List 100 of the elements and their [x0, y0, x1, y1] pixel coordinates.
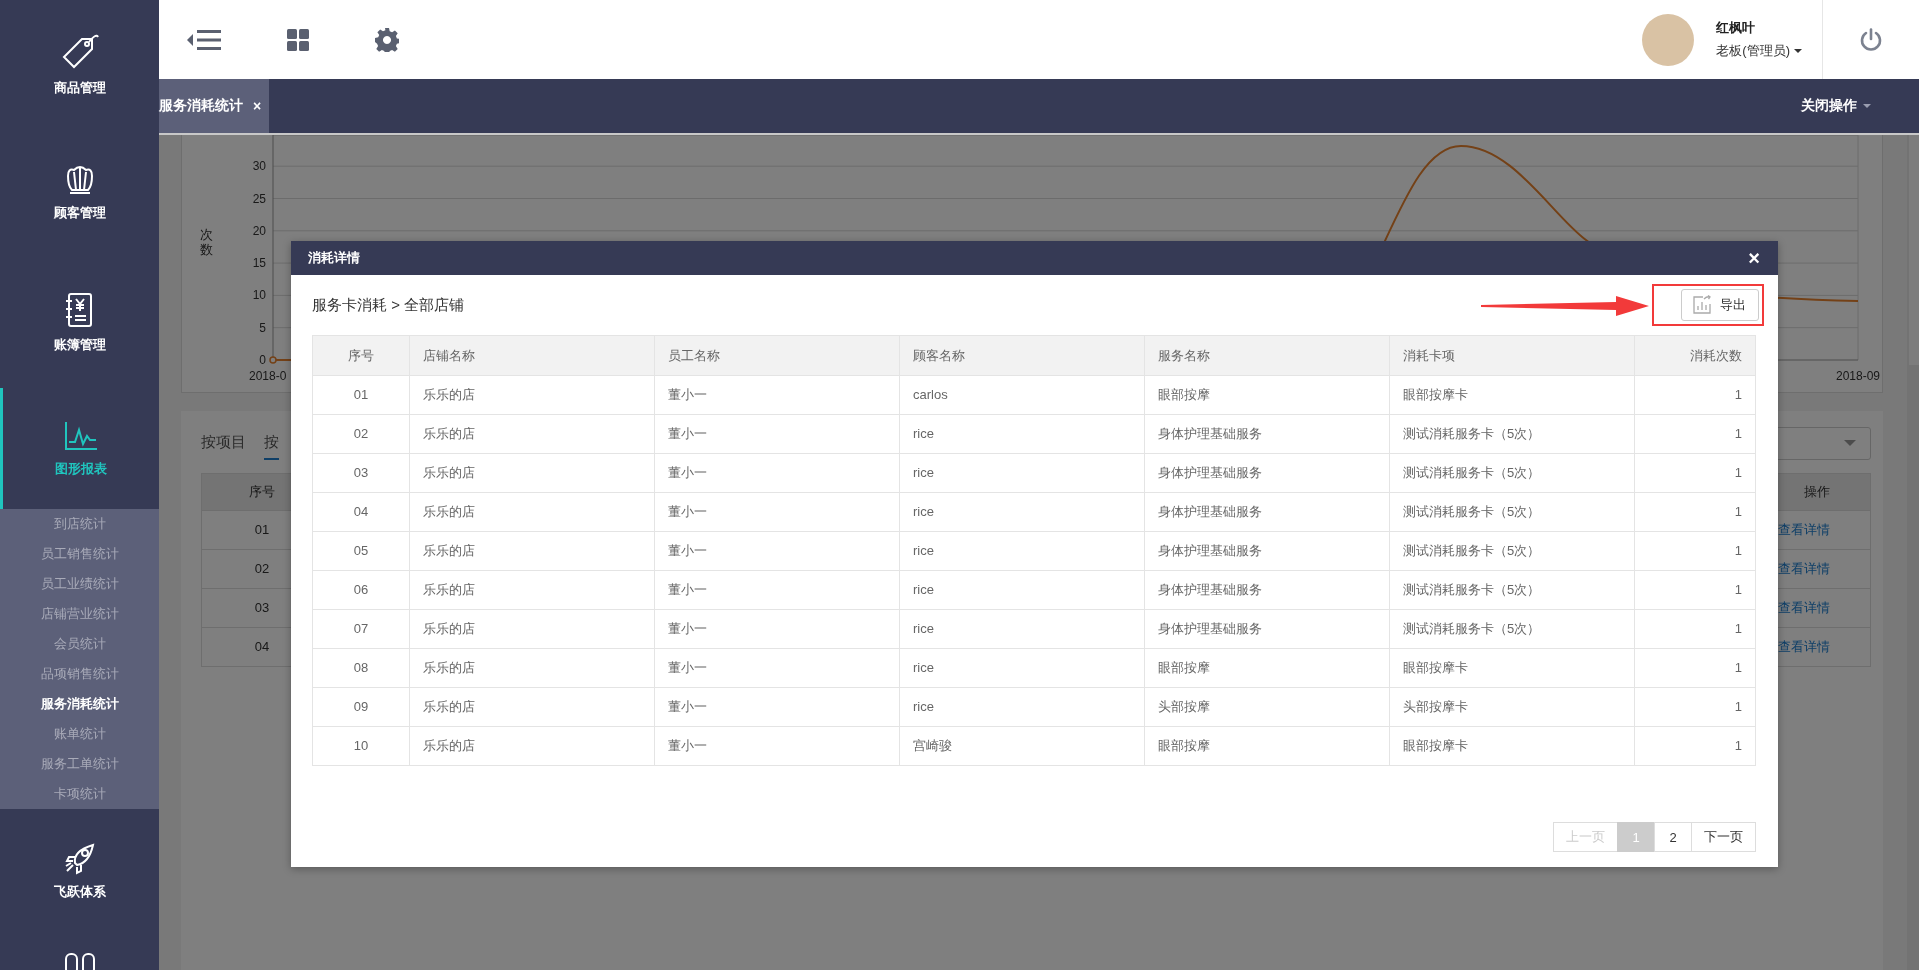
close-tab-button[interactable]: ×	[251, 98, 264, 114]
user-role-dropdown[interactable]: 老板(管理员)	[1716, 42, 1802, 60]
table-cell: 乐乐的店	[410, 454, 655, 493]
table-cell: 02	[313, 415, 410, 454]
table-cell: 1	[1635, 649, 1756, 688]
view-tab[interactable]: 按项目	[201, 426, 246, 460]
table-cell: 1	[1635, 610, 1756, 649]
table-cell: 董小一	[655, 493, 900, 532]
scrollbar[interactable]	[1907, 135, 1919, 970]
view-details-link[interactable]: 查看详情	[1778, 522, 1830, 537]
table-cell: rice	[900, 610, 1145, 649]
table-cell: 头部按摩	[1145, 688, 1390, 727]
axis-tick-label: 25	[252, 191, 266, 206]
submenu-item[interactable]: 店铺营业统计	[40, 599, 119, 629]
view-details-link[interactable]: 查看详情	[1778, 639, 1830, 654]
table-cell: 测试消耗服务卡（5次）	[1390, 571, 1635, 610]
table-cell: rice	[900, 454, 1145, 493]
table-cell: 身体护理基础服务	[1145, 415, 1390, 454]
sidebar-item[interactable]: 飞跃体系	[0, 809, 159, 932]
page-tab[interactable]: 服务消耗统计 ×	[159, 79, 270, 133]
submenu-item[interactable]: 到店统计	[53, 509, 106, 539]
column-header: 消耗卡项	[1390, 336, 1635, 376]
table-cell: 董小一	[655, 649, 900, 688]
submenu-item[interactable]: 服务工单统计	[40, 749, 119, 779]
table-cell: 测试消耗服务卡（5次）	[1390, 610, 1635, 649]
table-cell: 测试消耗服务卡（5次）	[1390, 454, 1635, 493]
table-cell: 1	[1635, 571, 1756, 610]
table-cell: 乐乐的店	[410, 532, 655, 571]
table-cell: 1	[1635, 532, 1756, 571]
table-cell: 测试消耗服务卡（5次）	[1390, 532, 1635, 571]
submenu-item[interactable]: 卡项统计	[53, 779, 106, 809]
table-cell: 乐乐的店	[410, 688, 655, 727]
view-tab[interactable]: 按	[264, 426, 279, 460]
axis-title: 次数	[199, 227, 213, 257]
breadcrumb: 服务卡消耗 > 全部店铺	[312, 295, 465, 315]
table-cell: 董小一	[655, 415, 900, 454]
axis-date-label: 2018-0	[249, 369, 287, 383]
submenu-item[interactable]: 会员统计	[53, 629, 106, 659]
close-button[interactable]: ×	[1748, 246, 1760, 270]
axis-tick-label: 15	[252, 256, 266, 271]
table-cell: 1	[1635, 493, 1756, 532]
table-cell: 乐乐的店	[410, 610, 655, 649]
power-icon[interactable]	[1860, 27, 1882, 52]
table-cell: 乐乐的店	[410, 727, 655, 766]
table-cell: rice	[900, 571, 1145, 610]
table-cell: 04	[313, 493, 410, 532]
table-cell: carlos	[900, 376, 1145, 415]
user-name: 红枫叶	[1716, 19, 1757, 37]
table-cell: 1	[1635, 727, 1756, 766]
export-button[interactable]: 导出	[1681, 289, 1759, 321]
table-cell: 董小一	[655, 571, 900, 610]
view-details-link[interactable]: 查看详情	[1778, 600, 1830, 615]
chart-export-icon	[1692, 295, 1712, 315]
column-header: 序号	[313, 336, 410, 376]
submenu-item[interactable]: 账单统计	[53, 719, 106, 749]
table-cell: 1	[1635, 376, 1756, 415]
tab-label[interactable]: 服务消耗统计	[159, 97, 243, 115]
sidebar-item[interactable]: 顾客管理	[0, 128, 159, 258]
column-header: 服务名称	[1145, 336, 1390, 376]
table-cell: 眼部按摩	[1145, 649, 1390, 688]
submenu-item[interactable]: 员工业绩统计	[40, 569, 119, 599]
table-cell: 乐乐的店	[410, 415, 655, 454]
table-cell: 身体护理基础服务	[1145, 610, 1390, 649]
sidebar-item[interactable]: 账簿管理	[0, 258, 159, 388]
view-details-link[interactable]: 查看详情	[1778, 561, 1830, 576]
dialog-title: 消耗详情	[308, 249, 360, 267]
table-cell: 10	[313, 727, 410, 766]
table-cell: 乐乐的店	[410, 493, 655, 532]
table-cell: 06	[313, 571, 410, 610]
submenu-item[interactable]: 品项销售统计	[40, 659, 119, 689]
table-cell: rice	[900, 532, 1145, 571]
column-header: 消耗次数	[1635, 336, 1756, 376]
table-cell: 测试消耗服务卡（5次）	[1390, 493, 1635, 532]
table-cell: 乐乐的店	[410, 376, 655, 415]
page-number-button[interactable]: 2	[1654, 822, 1692, 852]
table-cell: 董小一	[655, 454, 900, 493]
axis-tick-label: 20	[252, 223, 266, 238]
menu-collapse-icon[interactable]	[187, 28, 221, 51]
submenu-item[interactable]: 员工销售统计	[40, 539, 119, 569]
close-operations-menu[interactable]: 关闭操作	[1801, 79, 1919, 133]
submenu-item[interactable]: 服务消耗统计	[40, 689, 119, 719]
table-cell: 眼部按摩	[1145, 727, 1390, 766]
table-cell: 09	[313, 688, 410, 727]
table-cell: 身体护理基础服务	[1145, 493, 1390, 532]
table-cell: 宫崎骏	[900, 727, 1145, 766]
sidebar-item[interactable]: 商品管理	[0, 0, 159, 128]
table-cell: 董小一	[655, 688, 900, 727]
table-cell: 05	[313, 532, 410, 571]
table-cell: 董小一	[655, 376, 900, 415]
column-header: 店铺名称	[410, 336, 655, 376]
table-cell: 1	[1635, 454, 1756, 493]
table-cell: 董小一	[655, 610, 900, 649]
column-header: 顾客名称	[900, 336, 1145, 376]
table-cell: 03	[313, 454, 410, 493]
settings-icon[interactable]	[375, 27, 399, 52]
next-page-button[interactable]: 下一页	[1691, 822, 1756, 852]
grid-icon[interactable]	[287, 28, 309, 51]
table-cell: 08	[313, 649, 410, 688]
table-cell: 身体护理基础服务	[1145, 454, 1390, 493]
table-cell: rice	[900, 688, 1145, 727]
